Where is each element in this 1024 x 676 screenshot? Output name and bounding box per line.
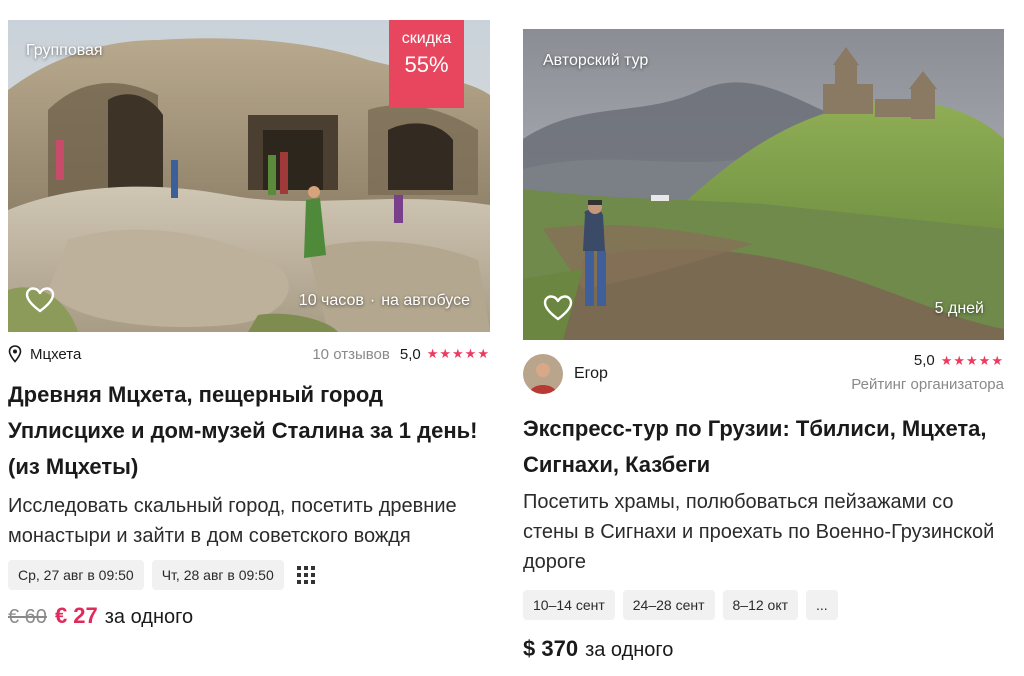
date-chip[interactable]: 24–28 сент xyxy=(622,590,715,620)
avatar[interactable] xyxy=(523,354,563,394)
duration-label: 5 дней xyxy=(934,300,984,317)
old-price: € 60 xyxy=(8,606,47,628)
tour-description: Посетить храмы, полюбоваться пейзажами с… xyxy=(523,491,995,573)
rating-value: 5,0 xyxy=(913,352,935,369)
more-dates-chip[interactable]: ... xyxy=(806,590,838,620)
organizer-rating: 5,0 ★★★★★ xyxy=(914,352,1004,369)
tour-type-label: Групповая xyxy=(26,42,103,59)
duration-label: 10 часов xyxy=(298,292,364,309)
heart-icon[interactable] xyxy=(543,294,573,322)
date-chips: 10–14 сент 24–28 сент 8–12 окт ... xyxy=(523,590,1004,620)
location-label: Мцхета xyxy=(30,345,82,363)
organizer-row[interactable]: Егор 5,0 ★★★★★ Рейтинг организатора xyxy=(523,352,1004,396)
date-chip[interactable]: 10–14 сент xyxy=(523,590,615,620)
date-chips: Ср, 27 авг в 09:50 Чт, 28 авг в 09:50 xyxy=(8,560,490,590)
reviews-link[interactable]: 10 отзывов xyxy=(312,346,390,363)
tour-title[interactable]: Экспресс-тур по Грузии: Тбилиси, Мцхета,… xyxy=(523,411,1004,483)
heart-icon[interactable] xyxy=(25,286,55,314)
mountain-church-photo xyxy=(523,29,1004,340)
price-unit: за одного xyxy=(585,639,674,661)
discount-value: 55% xyxy=(404,52,449,77)
discounted-price: € 27 xyxy=(54,603,98,628)
grid-icon[interactable] xyxy=(296,565,316,585)
rating-stars: ★★★★★ xyxy=(940,353,1004,368)
price-row: $ 370 за одного xyxy=(523,636,1004,662)
separator: · xyxy=(369,292,376,309)
tour-card-uplistsikhe[interactable]: Групповая скидка 55% 10 часов · на автобус… xyxy=(8,0,490,629)
price-row: € 60 € 27 за одного xyxy=(8,603,490,629)
discount-badge: скидка 55% xyxy=(389,20,464,108)
organizer-rating-label: Рейтинг организатора xyxy=(851,376,1004,393)
discount-label: скидка xyxy=(401,30,452,47)
location-rating-row: Мцхета 10 отзывов 5,0 ★★★★★ xyxy=(8,344,490,364)
tour-card-georgia-express[interactable]: Авторский тур 5 дней Егор 5,0 ★★★★★ Рейти… xyxy=(523,0,1004,662)
price-unit: за одного xyxy=(104,606,194,628)
transport-label: на автобусе xyxy=(381,292,470,309)
tour-title[interactable]: Древняя Мцхета, пещерный город Уплисцихе… xyxy=(8,377,490,485)
map-pin-icon xyxy=(8,345,22,363)
tour-photo[interactable]: Авторский тур 5 дней xyxy=(523,29,1004,340)
tour-photo[interactable]: Групповая скидка 55% 10 часов · на автобус… xyxy=(8,20,490,332)
date-chip[interactable]: Чт, 28 авг в 09:50 xyxy=(151,560,284,590)
date-chip[interactable]: Ср, 27 авг в 09:50 xyxy=(8,560,144,590)
duration-transport: 10 часов · на автобусе xyxy=(299,292,470,310)
date-chip[interactable]: 8–12 окт xyxy=(722,590,799,620)
organizer-name[interactable]: Егор xyxy=(574,365,608,383)
rating-value: 5,0 xyxy=(399,345,421,363)
rating-stars: ★★★★★ xyxy=(426,346,490,361)
tour-description: Исследовать скальный город, посетить дре… xyxy=(8,495,457,547)
tour-type-label: Авторский тур xyxy=(543,52,649,69)
price: $ 370 xyxy=(523,636,579,661)
